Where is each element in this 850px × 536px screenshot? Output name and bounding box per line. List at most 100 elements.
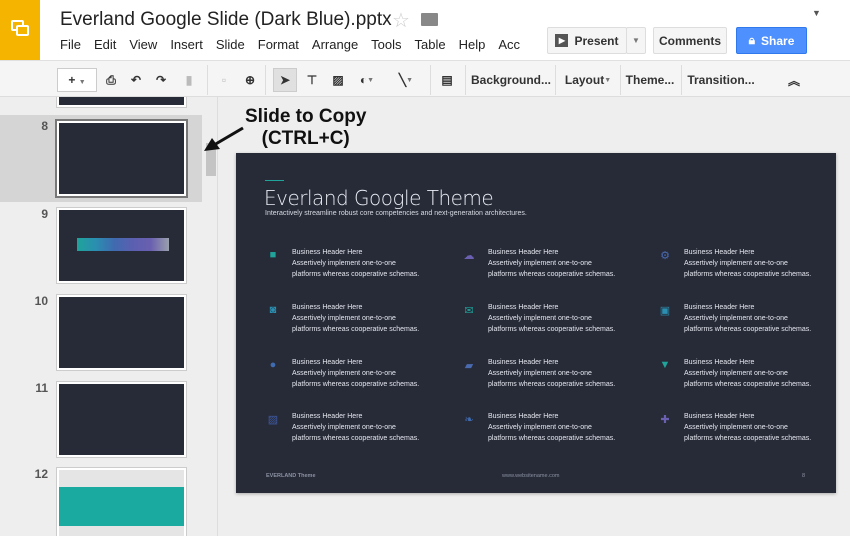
- select-cursor-icon[interactable]: ➤: [273, 68, 297, 92]
- menu-item[interactable]: Slide: [216, 37, 245, 52]
- image-icon: ▨: [267, 414, 279, 426]
- paint-format-icon[interactable]: ▮: [180, 68, 198, 92]
- slide-thumbnail-12[interactable]: [57, 468, 186, 536]
- feature-text: Assertively implement one-to-one: [292, 370, 396, 377]
- users-icon: ●: [269, 359, 277, 371]
- text-box-icon[interactable]: ⊤: [302, 68, 322, 92]
- feature-text: platforms whereas cooperative schemas.: [292, 271, 420, 278]
- menu-item[interactable]: Format: [258, 37, 299, 52]
- slide-thumbnail-7[interactable]: [57, 97, 186, 107]
- feature-text: platforms whereas cooperative schemas.: [488, 381, 616, 388]
- collapse-icon[interactable]: ︽: [785, 68, 803, 92]
- feature-text: Assertively implement one-to-one: [488, 424, 592, 431]
- menu-item[interactable]: View: [129, 37, 157, 52]
- folder-icon[interactable]: [421, 13, 438, 26]
- feature-text: platforms whereas cooperative schemas.: [292, 435, 420, 442]
- star-icon[interactable]: ☆: [392, 8, 410, 33]
- leaf-icon: ❧: [464, 414, 474, 426]
- feature-header: Business Header Here: [292, 304, 363, 311]
- slide-subtitle[interactable]: Interactively streamline robust core com…: [265, 210, 527, 217]
- feature-text: Assertively implement one-to-one: [292, 424, 396, 431]
- menu-item[interactable]: Tools: [371, 37, 401, 52]
- menu-item[interactable]: Help: [459, 37, 486, 52]
- zoom-icon[interactable]: ⊕: [241, 68, 259, 92]
- slide-thumbnail-9[interactable]: [57, 208, 186, 283]
- feature-text: Assertively implement one-to-one: [488, 315, 592, 322]
- footer-page-number: 8: [802, 473, 806, 479]
- feature-text: Assertively implement one-to-one: [684, 260, 788, 267]
- present-dropdown[interactable]: ▼: [626, 27, 646, 54]
- feature-text: platforms whereas cooperative schemas.: [292, 381, 420, 388]
- play-icon: ▶: [555, 34, 569, 47]
- footer-brand: EVERLAND Theme: [266, 473, 316, 479]
- feature-text: Assertively implement one-to-one: [292, 260, 396, 267]
- header: Everland Google Slide (Dark Blue).pptx ☆…: [0, 0, 850, 60]
- slide-number: 10: [34, 294, 48, 308]
- feature-header: Business Header Here: [292, 359, 363, 366]
- feature-header: Business Header Here: [292, 249, 363, 256]
- fit-icon[interactable]: ▫: [215, 68, 233, 92]
- speaker-notes-icon[interactable]: ▤: [437, 68, 457, 92]
- toolbar: + ▼ ⎙ ↶ ↷ ▮ ▫ ⊕ ➤ ⊤ ▨ ◐ ▼ ╲ ▼ ▤ Backgroun…: [0, 60, 850, 97]
- slide-number: 12: [34, 467, 48, 481]
- layout-button[interactable]: Layout ▼: [562, 68, 614, 92]
- slide-thumbnail-10[interactable]: [57, 295, 186, 370]
- menu-item[interactable]: File: [60, 37, 81, 52]
- feature-header: Business Header Here: [488, 413, 559, 420]
- slide-thumbnail-8[interactable]: [57, 121, 186, 196]
- background-button[interactable]: Background...: [471, 68, 551, 92]
- gears-icon: ⚙: [660, 250, 670, 262]
- transition-button[interactable]: Transition...: [687, 68, 754, 92]
- feature-text: Assertively implement one-to-one: [684, 315, 788, 322]
- image-icon[interactable]: ▨: [328, 68, 348, 92]
- feature-header: Business Header Here: [684, 249, 755, 256]
- feature-header: Business Header Here: [488, 249, 559, 256]
- present-button[interactable]: ▶ Present: [547, 27, 627, 54]
- lock-icon: 🔒︎: [748, 33, 756, 47]
- slide-title[interactable]: Everland Google Theme: [264, 186, 494, 210]
- plus-icon: + ▼: [68, 73, 86, 87]
- menu-item[interactable]: Acc: [498, 37, 520, 52]
- feature-text: Assertively implement one-to-one: [292, 315, 396, 322]
- slide-number: 8: [41, 119, 48, 133]
- menu-item[interactable]: Edit: [94, 37, 116, 52]
- document-title[interactable]: Everland Google Slide (Dark Blue).pptx: [60, 9, 392, 31]
- new-slide-button[interactable]: + ▼: [57, 68, 97, 92]
- feature-text: platforms whereas cooperative schemas.: [684, 326, 812, 333]
- account-dropdown-icon[interactable]: ▼: [812, 8, 821, 18]
- slide-number: 9: [41, 207, 48, 221]
- feature-header: Business Header Here: [488, 359, 559, 366]
- envelope-icon: ✉: [464, 305, 474, 317]
- shape-icon[interactable]: ◐ ▼: [352, 68, 382, 92]
- cart-icon: ▼: [659, 359, 671, 371]
- undo-icon[interactable]: ↶: [127, 68, 145, 92]
- theme-button[interactable]: Theme...: [625, 68, 675, 92]
- filmstrip: 8 9 10 11 12: [0, 97, 218, 536]
- footer-url: www.websitename.com: [502, 473, 560, 479]
- feature-text: platforms whereas cooperative schemas.: [684, 271, 812, 278]
- feature-header: Business Header Here: [684, 359, 755, 366]
- annotation-label: Slide to Copy (CTRL+C): [245, 106, 366, 150]
- slide-canvas[interactable]: Everland Google Theme Interactively stre…: [236, 153, 836, 493]
- feature-text: Assertively implement one-to-one: [488, 260, 592, 267]
- feature-text: platforms whereas cooperative schemas.: [684, 381, 812, 388]
- feature-header: Business Header Here: [292, 413, 363, 420]
- feature-header: Business Header Here: [684, 304, 755, 311]
- menu-item[interactable]: Arrange: [312, 37, 358, 52]
- line-icon[interactable]: ╲ ▼: [390, 68, 422, 92]
- slide-thumbnail-11[interactable]: [57, 382, 186, 457]
- slide-number: 11: [35, 381, 48, 395]
- feature-text: Assertively implement one-to-one: [684, 424, 788, 431]
- feature-header: Business Header Here: [488, 304, 559, 311]
- feature-text: Assertively implement one-to-one: [488, 370, 592, 377]
- briefcase-icon: ■: [269, 249, 277, 261]
- share-button[interactable]: 🔒︎ Share: [736, 27, 807, 54]
- print-icon[interactable]: ⎙: [102, 68, 120, 92]
- slides-logo-icon[interactable]: [0, 0, 40, 60]
- comments-button[interactable]: Comments: [653, 27, 727, 54]
- feature-text: platforms whereas cooperative schemas.: [488, 326, 616, 333]
- gift-icon: ▣: [659, 305, 671, 317]
- menu-item[interactable]: Table: [415, 37, 446, 52]
- menu-item[interactable]: Insert: [170, 37, 203, 52]
- redo-icon[interactable]: ↷: [152, 68, 170, 92]
